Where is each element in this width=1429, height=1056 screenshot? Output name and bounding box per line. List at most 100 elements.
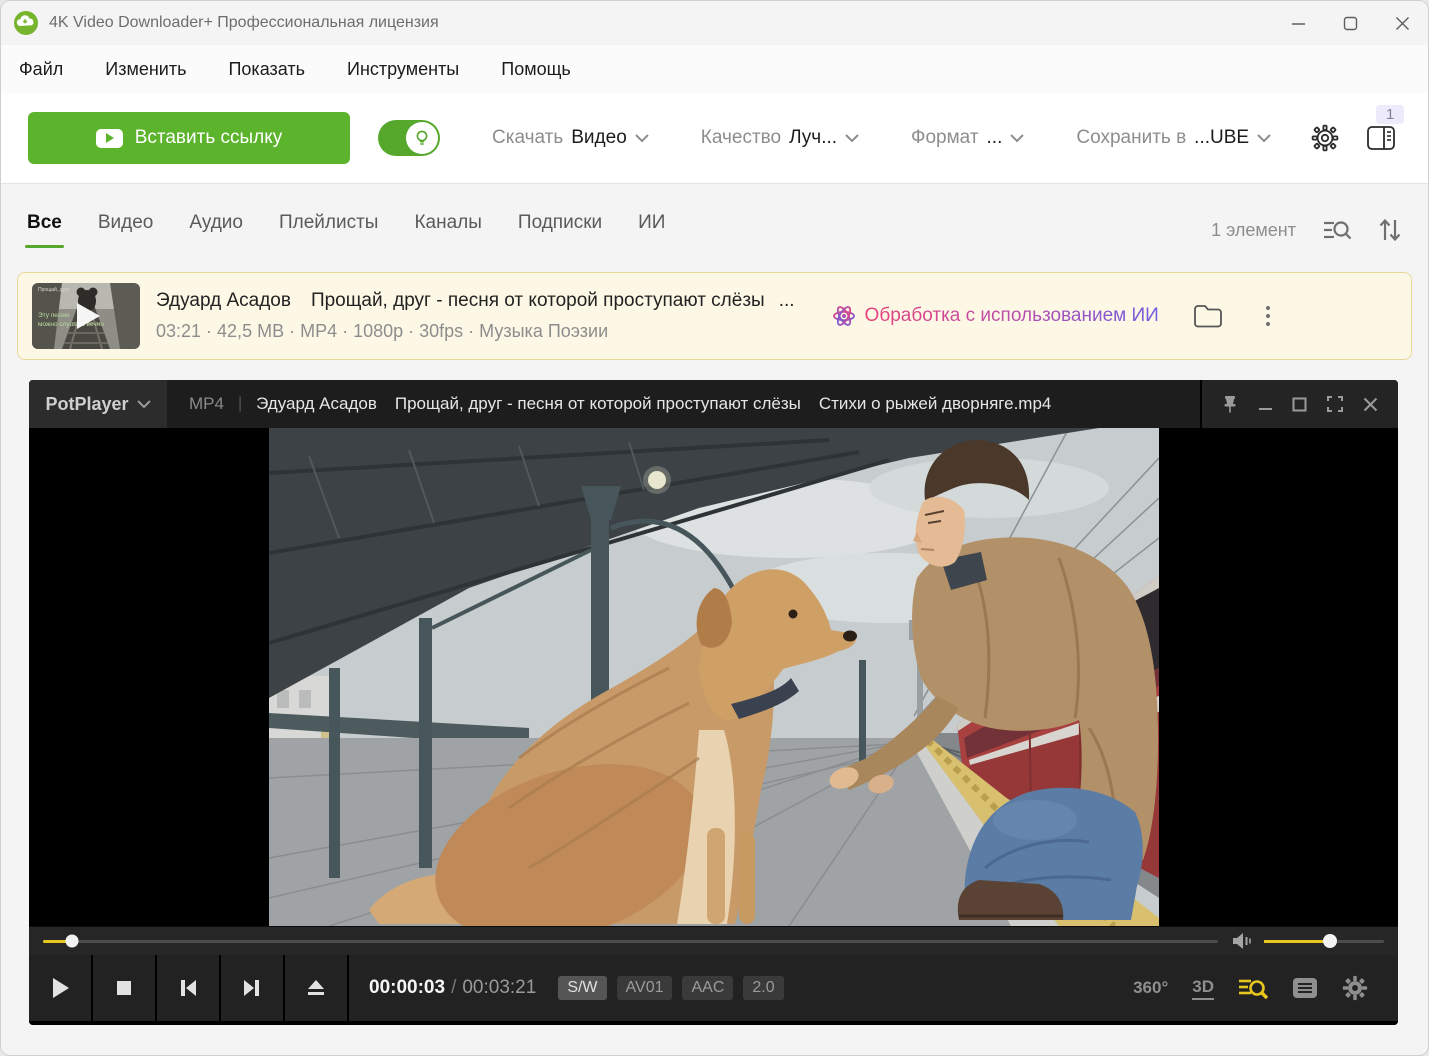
item-title: Эдуард АсадовПрощай, друг - песня от кот… (156, 290, 795, 312)
item-thumbnail[interactable]: Прощай, друг Эту песню можно слушать веч… (32, 283, 140, 349)
toggle-knob (406, 122, 438, 154)
smart-mode-toggle[interactable] (378, 120, 440, 156)
lightbulb-icon (413, 129, 431, 147)
svg-text:можно слушать вечно: можно слушать вечно (38, 321, 104, 328)
ai-processing-status: Обработка с использованием ИИ (831, 303, 1159, 329)
format-label: Формат (911, 127, 979, 149)
player-right-controls: 360° 3D (1133, 975, 1378, 1001)
tabs-right: 1 элемент (1211, 217, 1402, 243)
close-button[interactable] (1376, 1, 1428, 45)
svg-text:Прощай, друг: Прощай, друг (38, 286, 70, 293)
open-folder-button[interactable] (1193, 303, 1223, 329)
view-3d-button[interactable]: 3D (1192, 977, 1214, 1000)
tab-channels[interactable]: Каналы (414, 212, 481, 248)
download-value: Видео (571, 127, 627, 149)
player-fullscreen-button[interactable] (1327, 396, 1343, 412)
channels-badge: 2.0 (743, 976, 783, 1000)
maximize-button[interactable] (1324, 1, 1376, 45)
tab-video[interactable]: Видео (98, 212, 154, 248)
tab-subscriptions[interactable]: Подписки (518, 212, 602, 248)
chevron-down-icon (1257, 134, 1271, 143)
minimize-button[interactable] (1272, 1, 1324, 45)
player-controls: 00:00:03/00:03:21 S/W AV01 AAC 2.0 360° … (29, 955, 1398, 1021)
player-close-button[interactable] (1363, 397, 1378, 412)
download-type-dropdown[interactable]: Скачать Видео (492, 127, 649, 149)
potplayer-name: PotPlayer (45, 394, 128, 415)
tabs-row: Все Видео Аудио Плейлисты Каналы Подписк… (1, 194, 1428, 266)
tab-playlists[interactable]: Плейлисты (279, 212, 378, 248)
format-value: ... (987, 127, 1003, 149)
thumbnail-image: Прощай, друг Эту песню можно слушать веч… (32, 283, 140, 349)
chevron-down-icon (137, 400, 151, 409)
codec-badges: S/W AV01 AAC 2.0 (558, 976, 783, 1000)
pin-button[interactable] (1222, 395, 1238, 413)
time-display: 00:00:03/00:03:21 (369, 977, 536, 999)
playlist-search-button[interactable] (1238, 975, 1268, 1001)
seek-bar[interactable] (43, 940, 1218, 943)
decoder-badge: S/W (558, 976, 606, 1000)
settings-button[interactable] (1308, 121, 1342, 155)
player-bottom-frame (29, 1021, 1398, 1025)
paste-link-button[interactable]: Вставить ссылку (28, 112, 350, 164)
view-360-button[interactable]: 360° (1133, 978, 1168, 998)
potplayer-window: PotPlayer MP4 | Эдуард АсадовПрощай, дру… (29, 380, 1398, 1025)
player-format-badge: MP4 (189, 394, 224, 414)
tab-audio[interactable]: Аудио (189, 212, 243, 248)
menu-help[interactable]: Помощь (501, 59, 571, 80)
gear-icon (1310, 123, 1340, 153)
menu-tools[interactable]: Инструменты (347, 59, 459, 80)
format-dropdown[interactable]: Формат ... (911, 127, 1024, 149)
tab-ai[interactable]: ИИ (638, 212, 665, 248)
panel-count-badge: 1 (1376, 105, 1404, 124)
app-window: 4K Video Downloader+ Профессиональная ли… (0, 0, 1429, 1056)
quality-value: Луч... (789, 127, 837, 149)
download-label: Скачать (492, 127, 563, 149)
play-button[interactable] (29, 955, 91, 1021)
title-bar: 4K Video Downloader+ Профессиональная ли… (1, 1, 1428, 45)
volume-slider[interactable] (1264, 940, 1384, 943)
video-area[interactable] (29, 428, 1398, 926)
player-settings-button[interactable] (1342, 975, 1368, 1001)
menu-edit[interactable]: Изменить (105, 59, 186, 80)
volume-fill (1264, 940, 1330, 943)
audio-codec-badge: AAC (682, 976, 733, 1000)
chevron-down-icon (635, 134, 649, 143)
player-window-controls (1200, 380, 1398, 428)
side-panel-button[interactable]: 1 (1364, 121, 1398, 155)
sort-icon[interactable] (1378, 217, 1402, 243)
playlist-button[interactable] (1292, 977, 1318, 999)
seek-handle[interactable] (66, 935, 79, 948)
tab-all[interactable]: Все (27, 212, 62, 248)
folder-icon (1193, 303, 1223, 329)
volume-control (1232, 932, 1384, 950)
controls-info: 00:00:03/00:03:21 S/W AV01 AAC 2.0 360° … (349, 955, 1398, 1021)
save-to-label: Сохранить в (1076, 127, 1186, 149)
player-maximize-button[interactable] (1292, 397, 1307, 412)
potplayer-menu-button[interactable]: PotPlayer (29, 380, 167, 428)
item-text: Эдуард АсадовПрощай, друг - песня от кот… (156, 290, 795, 342)
item-menu-button[interactable] (1259, 306, 1277, 326)
previous-button[interactable] (157, 955, 219, 1021)
svg-text:Эту песню: Эту песню (38, 312, 70, 319)
eject-button[interactable] (285, 955, 347, 1021)
save-to-value: ...UBE (1194, 127, 1249, 149)
save-to-dropdown[interactable]: Сохранить в ...UBE (1076, 127, 1271, 149)
volume-handle[interactable] (1323, 934, 1337, 948)
item-meta: 03:21 · 42,5 MB · MP4 · 1080p · 30fps · … (156, 321, 795, 342)
title-divider: | (238, 395, 242, 413)
menu-file[interactable]: Файл (19, 59, 63, 80)
search-list-icon[interactable] (1322, 217, 1352, 243)
player-minimize-button[interactable] (1258, 397, 1273, 412)
video-play-icon (96, 129, 123, 148)
menu-view[interactable]: Показать (228, 59, 305, 80)
next-button[interactable] (221, 955, 283, 1021)
download-item-card[interactable]: Прощай, друг Эту песню можно слушать веч… (17, 272, 1412, 360)
side-panel-icon (1366, 124, 1396, 152)
seek-row (29, 926, 1398, 955)
quality-dropdown[interactable]: Качество Луч... (701, 127, 859, 149)
speaker-icon[interactable] (1232, 932, 1254, 950)
ai-status-text: Обработка с использованием ИИ (865, 305, 1159, 327)
stop-button[interactable] (93, 955, 155, 1021)
app-logo-icon (13, 10, 39, 36)
window-title: 4K Video Downloader+ Профессиональная ли… (49, 14, 439, 32)
